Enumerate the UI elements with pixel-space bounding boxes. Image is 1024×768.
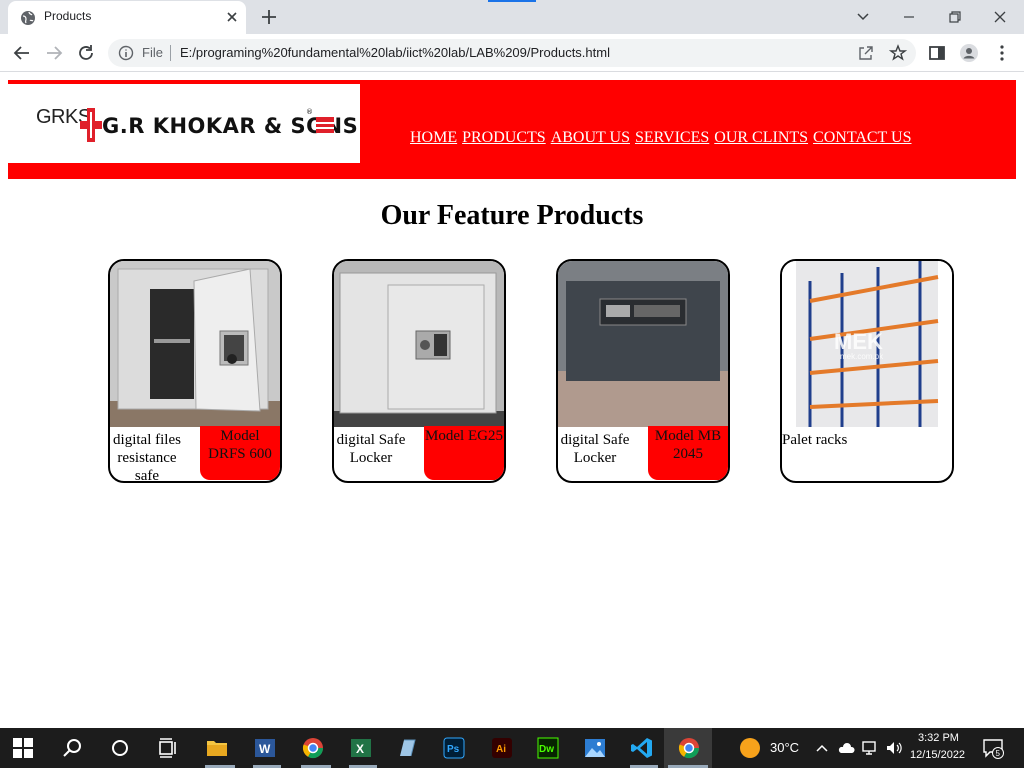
search-icon[interactable]	[60, 736, 84, 760]
illustrator-icon[interactable]: Ai	[490, 736, 514, 760]
product-model-badge: Model MB 2045	[648, 426, 728, 480]
product-card[interactable]: digital Safe Locker Model EG25	[332, 259, 506, 483]
new-tab-icon[interactable]	[260, 8, 278, 26]
chrome-profile-icon[interactable]	[301, 736, 325, 760]
task-view-icon[interactable]	[156, 736, 180, 760]
excel-icon[interactable]: X	[349, 736, 373, 760]
url-text[interactable]: E:/programing%20fundamental%20lab/iict%2…	[180, 45, 610, 60]
menu-icon[interactable]	[992, 43, 1012, 63]
chevron-down-icon[interactable]	[853, 7, 873, 27]
nav-our-clints[interactable]: OUR CLINTS	[714, 129, 808, 146]
back-icon[interactable]	[12, 43, 32, 63]
notification-count: 5	[996, 749, 1001, 758]
notifications-icon[interactable]: 5	[982, 737, 1004, 759]
star-icon[interactable]	[889, 44, 907, 62]
tab-title: Products	[44, 9, 92, 23]
product-card[interactable]: digital Safe Locker Model MB 2045	[556, 259, 730, 483]
file-label: File	[142, 45, 163, 60]
dark-safe-image	[558, 261, 728, 427]
dreamweaver-icon[interactable]: Dw	[536, 736, 560, 760]
network-icon[interactable]	[861, 739, 879, 757]
logo[interactable]: GRKS G.R KHOKAR & SONS ®	[8, 84, 360, 163]
sidepanel-icon[interactable]	[927, 43, 947, 63]
safe-closed-image	[334, 261, 504, 427]
tab-products[interactable]: Products	[8, 1, 246, 34]
watermark-subtext: mek.com.pk	[840, 352, 884, 361]
chrome-icon[interactable]	[677, 736, 701, 760]
svg-text:Dw: Dw	[539, 744, 554, 755]
reload-icon[interactable]	[76, 43, 96, 63]
address-bar[interactable]: File E:/programing%20fundamental%20lab/i…	[108, 39, 916, 67]
windows-start-icon[interactable]	[13, 738, 33, 758]
product-card[interactable]: digital files resistance safe Model DRFS…	[108, 259, 282, 483]
product-model-badge: Model DRFS 600	[200, 426, 280, 480]
svg-text:W: W	[259, 742, 271, 756]
product-card[interactable]: MEK mek.com.pk Palet racks	[780, 259, 954, 483]
minimize-icon[interactable]	[899, 7, 919, 27]
globe-icon	[21, 11, 35, 25]
clock-time[interactable]: 3:32 PM	[918, 732, 959, 744]
volume-icon[interactable]	[885, 739, 903, 757]
nav-services[interactable]: SERVICES	[635, 129, 709, 146]
close-window-icon[interactable]	[990, 7, 1010, 27]
svg-text:Ps: Ps	[447, 744, 460, 755]
notepad-icon[interactable]	[395, 736, 419, 760]
browser-toolbar: File E:/programing%20fundamental%20lab/i…	[0, 34, 1024, 72]
chevron-up-icon[interactable]	[814, 740, 830, 756]
photoshop-icon[interactable]: Ps	[442, 736, 466, 760]
forward-icon[interactable]	[44, 43, 64, 63]
tab-indicator	[488, 0, 536, 2]
separator	[170, 45, 171, 61]
info-icon[interactable]	[118, 45, 134, 61]
site-header: GRKS G.R KHOKAR & SONS ® HOME PRODUCTS ABO…	[8, 80, 1016, 179]
tab-strip: Products	[0, 0, 1024, 34]
taskbar: W X Ps Ai Dw 30°C 3:32 PM 12/15/2022 5	[0, 728, 1024, 768]
onedrive-icon[interactable]	[837, 739, 855, 757]
share-icon[interactable]	[857, 44, 875, 62]
nav-products[interactable]: PRODUCTS	[462, 129, 546, 146]
product-name: digital files resistance safe	[113, 432, 181, 483]
pallet-racks-image: MEK mek.com.pk	[782, 261, 952, 427]
word-icon[interactable]: W	[253, 736, 277, 760]
clock-date[interactable]: 12/15/2022	[910, 749, 965, 761]
weather-icon[interactable]	[738, 736, 762, 760]
temperature[interactable]: 30°C	[770, 740, 799, 755]
nav-about-us[interactable]: ABOUT US	[551, 129, 630, 146]
photos-icon[interactable]	[583, 736, 607, 760]
watermark-text: MEK	[834, 329, 883, 354]
svg-text:Ai: Ai	[496, 744, 506, 755]
vscode-icon[interactable]	[630, 736, 654, 760]
file-explorer-icon[interactable]	[205, 736, 229, 760]
logo-cross-icon	[80, 108, 102, 142]
nav-contact-us[interactable]: CONTACT US	[813, 129, 911, 146]
close-tab-icon[interactable]	[224, 9, 240, 25]
restore-icon[interactable]	[945, 7, 965, 27]
cortana-icon[interactable]	[108, 736, 132, 760]
product-name: digital Safe Locker	[560, 432, 630, 466]
product-model-badge: Model EG25	[424, 426, 504, 480]
nav-home[interactable]: HOME	[410, 129, 457, 146]
product-name: digital Safe Locker	[336, 432, 406, 466]
page-title: Our Feature Products	[380, 200, 644, 231]
profile-icon[interactable]	[959, 43, 979, 63]
logo-registered-mark: ®	[306, 108, 313, 116]
svg-text:X: X	[356, 742, 364, 756]
logo-flag-icon	[316, 117, 334, 133]
safe-open-image	[110, 261, 280, 427]
main-nav: HOME PRODUCTS ABOUT US SERVICES OUR CLINTS CO…	[410, 129, 916, 147]
product-name: Palet racks	[782, 432, 848, 448]
